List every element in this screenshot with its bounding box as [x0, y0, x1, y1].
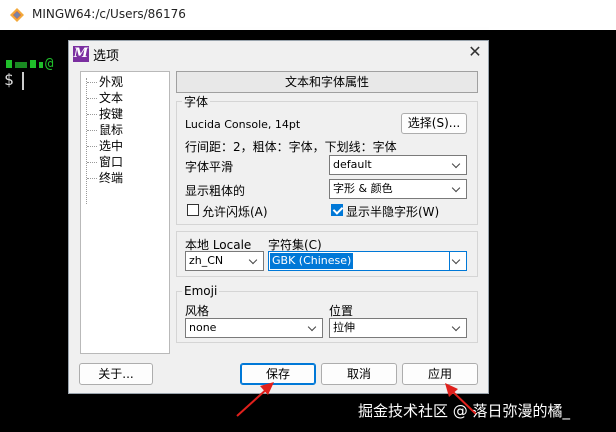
arrow-to-save [236, 382, 274, 417]
annotation-arrows [236, 382, 477, 417]
watermark: 掘金技术社区 @ 落日弥漫的橘_ [358, 402, 571, 420]
